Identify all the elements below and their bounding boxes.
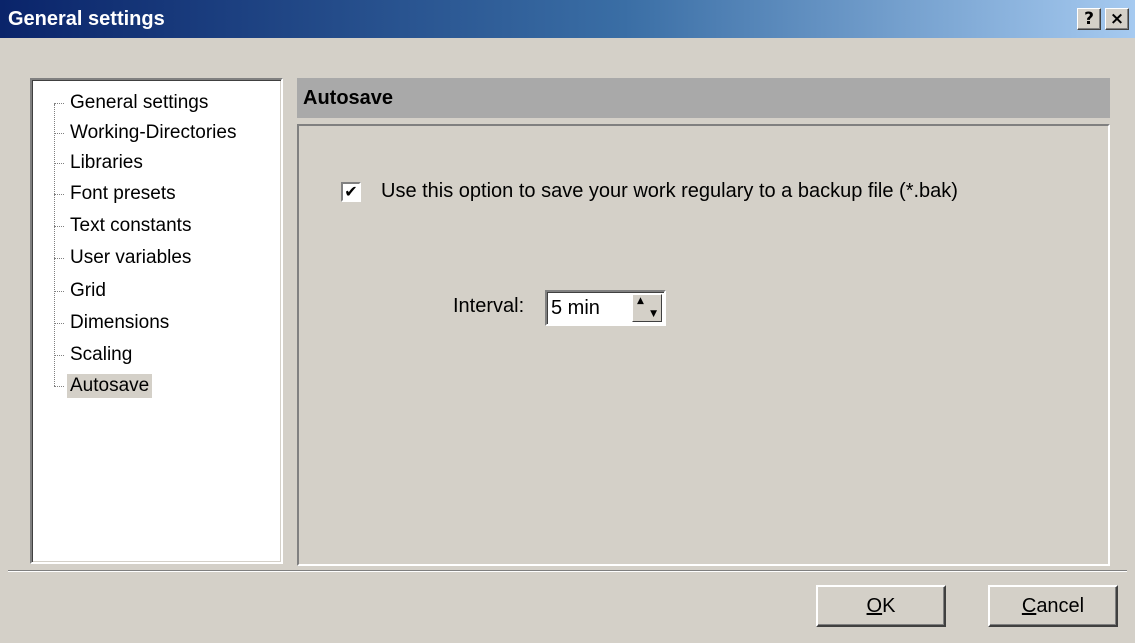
tree-item-label: Scaling	[70, 344, 133, 365]
spin-buttons: ▲ ▼	[632, 294, 662, 322]
autosave-checkbox[interactable]: ✔	[341, 182, 361, 202]
tree-item-label: Text constants	[70, 215, 192, 236]
tree-item-working-directories[interactable]: Working-Directories	[54, 118, 239, 148]
tree-item-general-settings[interactable]: General settings	[54, 88, 211, 118]
panel-header: Autosave	[297, 78, 1110, 118]
tree-item-libraries[interactable]: Libraries	[54, 148, 146, 178]
interval-label: Interval:	[453, 295, 525, 317]
title-bar: General settings ? ×	[0, 0, 1135, 38]
tree-item-autosave[interactable]: Autosave	[54, 371, 153, 401]
footer-separator	[8, 570, 1127, 572]
close-button[interactable]: ×	[1105, 8, 1129, 30]
tree-item-label: User variables	[70, 247, 192, 268]
tree-item-dimensions[interactable]: Dimensions	[54, 308, 172, 338]
tree-item-font-presets[interactable]: Font presets	[54, 179, 179, 209]
help-button[interactable]: ?	[1077, 8, 1101, 30]
tree-item-scaling[interactable]: Scaling	[54, 340, 135, 370]
tree-item-label: Libraries	[70, 152, 143, 173]
spin-down-icon[interactable]: ▼	[633, 308, 661, 321]
spin-up-icon[interactable]: ▲	[633, 295, 661, 308]
autosave-checkbox-label[interactable]: Use this option to save your work regula…	[381, 180, 958, 203]
tree-item-label: Font presets	[70, 183, 176, 204]
tree-item-label: Dimensions	[70, 312, 170, 333]
interval-value[interactable]: 5 min	[551, 297, 600, 320]
tree-item-label: Autosave	[67, 374, 153, 398]
tree-item-grid[interactable]: Grid	[54, 276, 109, 306]
title-bar-buttons: ? ×	[1077, 8, 1129, 30]
tree-item-user-variables[interactable]: User variables	[54, 243, 194, 273]
tree-item-label: General settings	[70, 92, 209, 113]
window-title: General settings	[8, 7, 165, 30]
settings-tree[interactable]: General settings Working-Directories Lib…	[30, 78, 283, 564]
ok-button[interactable]: OK	[816, 585, 946, 627]
cancel-button[interactable]: Cancel	[988, 585, 1118, 627]
tree-item-label: Working-Directories	[70, 122, 237, 143]
tree-item-text-constants[interactable]: Text constants	[54, 211, 194, 241]
tree-item-label: Grid	[70, 280, 106, 301]
interval-spinbox[interactable]: 5 min ▲ ▼	[545, 290, 666, 326]
